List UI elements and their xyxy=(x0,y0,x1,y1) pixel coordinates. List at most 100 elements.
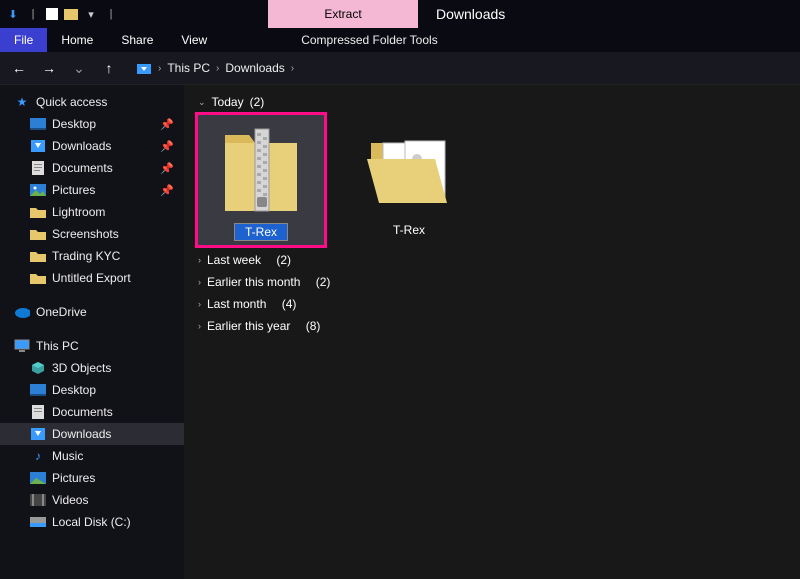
pictures-icon xyxy=(30,183,46,197)
group-count: (2) xyxy=(276,253,291,267)
tree-label: Desktop xyxy=(52,383,96,397)
tree-pc-music[interactable]: ♪ Music xyxy=(0,445,184,467)
tab-share[interactable]: Share xyxy=(107,28,167,52)
group-last-week[interactable]: › Last week (2) xyxy=(198,253,790,267)
tree-label: 3D Objects xyxy=(52,361,111,375)
tree-pc-downloads[interactable]: Downloads xyxy=(0,423,184,445)
folder-trex[interactable]: T-Rex xyxy=(346,115,472,245)
tree-documents[interactable]: Documents 📌 xyxy=(0,157,184,179)
pin-icon: 📌 xyxy=(160,140,174,153)
nav-tree: ★ Quick access Desktop📌 Downloads📌 Docum… xyxy=(0,85,184,579)
tree-local-disk[interactable]: Local Disk (C:) xyxy=(0,511,184,533)
chevron-right-icon[interactable]: › xyxy=(291,63,294,74)
folder-icon[interactable] xyxy=(64,9,78,20)
group-label: Last week xyxy=(207,253,261,267)
tree-untitled-export[interactable]: Untitled Export xyxy=(0,267,184,289)
tree-label: Music xyxy=(52,449,83,463)
folder-icon xyxy=(30,271,46,285)
tree-screenshots[interactable]: Screenshots xyxy=(0,223,184,245)
group-label: Earlier this year xyxy=(207,319,290,333)
context-tab-extract[interactable]: Extract xyxy=(268,0,418,28)
documents-icon xyxy=(30,161,46,175)
properties-icon[interactable] xyxy=(46,8,58,20)
tab-compressed-tools[interactable]: Compressed Folder Tools xyxy=(273,28,466,52)
ribbon-tabs: File Home Share View Compressed Folder T… xyxy=(0,28,800,52)
tree-pc-pictures[interactable]: Pictures xyxy=(0,467,184,489)
tree-pc-videos[interactable]: Videos xyxy=(0,489,184,511)
chevron-right-icon[interactable]: › xyxy=(158,63,161,74)
pin-icon: 📌 xyxy=(160,184,174,197)
group-today[interactable]: ⌄ Today (2) xyxy=(198,95,790,109)
group-earlier-year[interactable]: › Earlier this year (8) xyxy=(198,319,790,333)
documents-icon xyxy=(30,405,46,419)
monitor-icon xyxy=(14,339,30,353)
tree-this-pc[interactable]: This PC xyxy=(0,335,184,357)
tree-label: This PC xyxy=(36,339,79,353)
desktop-icon xyxy=(30,117,46,131)
group-count: (8) xyxy=(306,319,321,333)
folder-icon xyxy=(30,205,46,219)
crumb-this-pc[interactable]: This PC xyxy=(167,61,210,75)
chevron-down-icon: ⌄ xyxy=(198,97,206,108)
file-zip-trex[interactable]: T-Rex xyxy=(198,115,324,245)
tree-label: Documents xyxy=(52,161,113,175)
drive-icon xyxy=(30,515,46,529)
tree-label: Lightroom xyxy=(52,205,105,219)
down-arrow-icon[interactable]: ⬇ xyxy=(6,7,20,21)
tab-view[interactable]: View xyxy=(167,28,221,52)
downloads-icon xyxy=(30,139,46,153)
tree-label: Documents xyxy=(52,405,113,419)
folder-open-icon xyxy=(361,121,457,217)
tree-label: Untitled Export xyxy=(52,271,131,285)
overflow-icon[interactable]: ▾ xyxy=(84,7,98,21)
up-button[interactable]: ↑ xyxy=(100,60,118,76)
chevron-right-icon[interactable]: › xyxy=(216,63,219,74)
group-last-month[interactable]: ›Last month (4) xyxy=(198,297,790,311)
chevron-right-icon: › xyxy=(198,321,201,331)
tree-trading-kyc[interactable]: Trading KYC xyxy=(0,245,184,267)
forward-button[interactable]: → xyxy=(40,60,58,76)
tree-label: Downloads xyxy=(52,427,111,441)
pin-icon: 📌 xyxy=(160,162,174,175)
tree-label: Pictures xyxy=(52,471,95,485)
desktop-icon xyxy=(30,383,46,397)
tree-label: Local Disk (C:) xyxy=(52,515,131,529)
item-label[interactable]: T-Rex xyxy=(234,223,288,241)
recent-dropdown[interactable]: ⌄ xyxy=(70,60,88,77)
crumb-downloads[interactable]: Downloads xyxy=(225,61,284,75)
tree-pc-desktop[interactable]: Desktop xyxy=(0,379,184,401)
tree-pictures[interactable]: Pictures 📌 xyxy=(0,179,184,201)
qa-toolbar: ⬇ | ▾ | xyxy=(0,7,118,21)
tree-lightroom[interactable]: Lightroom xyxy=(0,201,184,223)
tree-label: Desktop xyxy=(52,117,96,131)
back-button[interactable]: ← xyxy=(10,60,28,76)
tree-label: OneDrive xyxy=(36,305,87,319)
tree-label: Downloads xyxy=(52,139,111,153)
folder-icon xyxy=(30,249,46,263)
music-icon: ♪ xyxy=(30,449,46,463)
tree-onedrive[interactable]: OneDrive xyxy=(0,301,184,323)
tab-home[interactable]: Home xyxy=(47,28,107,52)
tree-pc-documents[interactable]: Documents xyxy=(0,401,184,423)
tree-label: Pictures xyxy=(52,183,95,197)
pictures-icon xyxy=(30,471,46,485)
tree-desktop[interactable]: Desktop📌 xyxy=(0,113,184,135)
separator: | xyxy=(26,7,40,21)
file-view[interactable]: ⌄ Today (2) T-Rex xyxy=(184,85,800,579)
tree-3d-objects[interactable]: 3D Objects xyxy=(0,357,184,379)
cloud-icon xyxy=(14,305,30,319)
tree-label: Trading KYC xyxy=(52,249,120,263)
tree-quick-access[interactable]: ★ Quick access xyxy=(0,91,184,113)
downloads-icon xyxy=(30,427,46,441)
chevron-right-icon: › xyxy=(198,299,201,309)
items-today: T-Rex T-Rex xyxy=(198,115,790,245)
chevron-right-icon: › xyxy=(198,255,201,265)
group-label: Today xyxy=(212,95,244,109)
tree-downloads[interactable]: Downloads 📌 xyxy=(0,135,184,157)
breadcrumb[interactable]: › This PC › Downloads › xyxy=(136,61,294,75)
title-bar: ⬇ | ▾ | Extract Downloads xyxy=(0,0,800,28)
group-earlier-month[interactable]: ›Earlier this month (2) xyxy=(198,275,790,289)
tab-file[interactable]: File xyxy=(0,28,47,52)
item-label: T-Rex xyxy=(393,223,425,237)
chevron-right-icon: › xyxy=(198,277,201,287)
